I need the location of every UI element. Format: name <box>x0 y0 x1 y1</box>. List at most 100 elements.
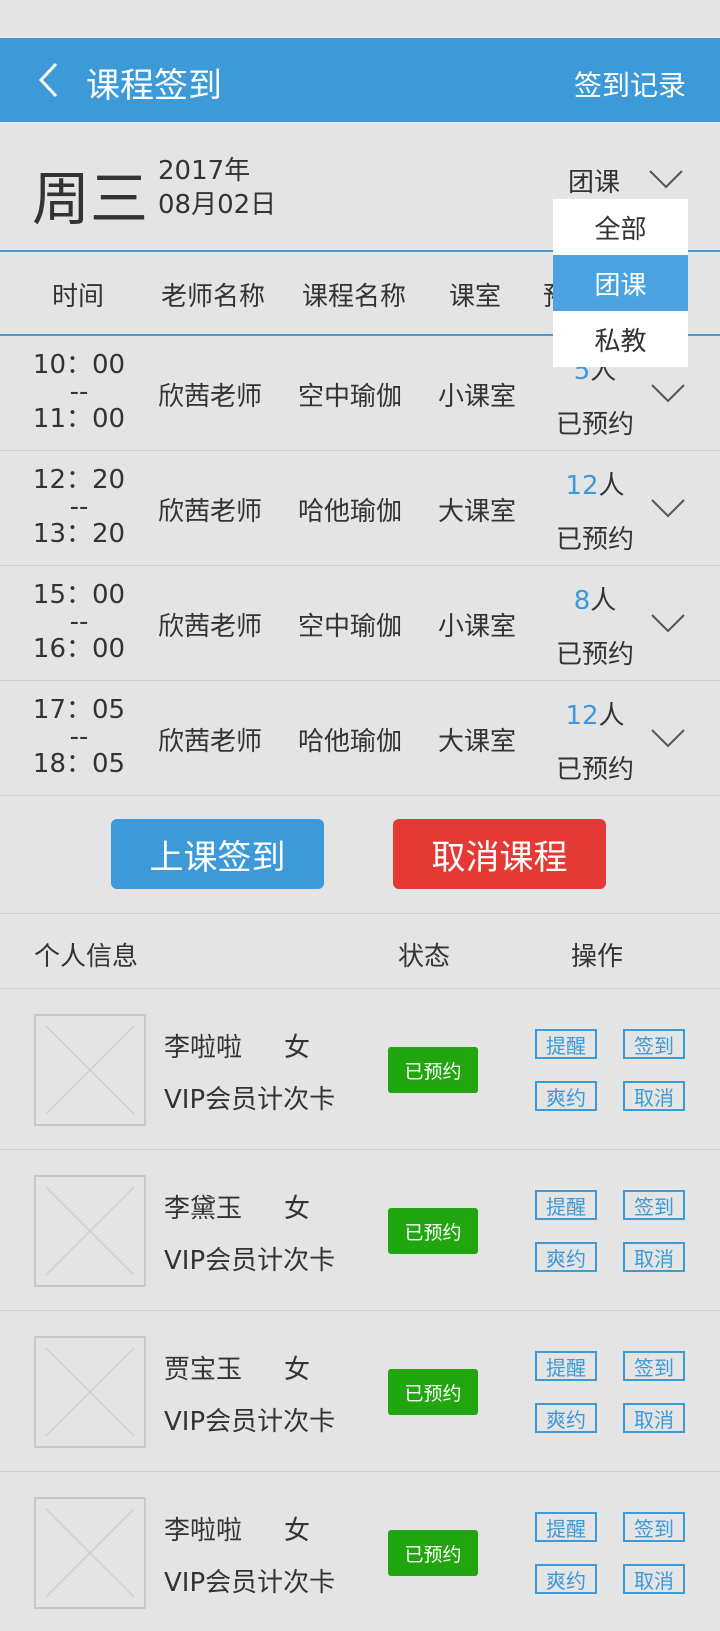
avatar <box>34 1497 146 1609</box>
course-room: 小课室 <box>438 612 517 642</box>
course-type-dropdown: 全部 团课 私教 <box>553 199 688 367</box>
sign-in-button[interactable]: 签到 <box>623 1190 685 1220</box>
no-show-button[interactable]: 爽约 <box>535 1564 597 1594</box>
course-time: 17：05 -- 18：05 <box>32 695 126 779</box>
status-badge: 已预约 <box>388 1369 478 1415</box>
booked-status: 已预约 <box>555 525 634 555</box>
dropdown-option-private[interactable]: 私教 <box>553 311 688 367</box>
dropdown-option-all[interactable]: 全部 <box>553 199 688 255</box>
course-row[interactable]: 12：20 -- 13：20 欣茜老师 哈他瑜伽 大课室 12人 已预约 <box>0 451 720 566</box>
date-label: 08月02日 <box>158 190 277 220</box>
back-button[interactable] <box>28 60 68 100</box>
member-card-type: VIP会员计次卡 <box>164 1085 336 1115</box>
dropdown-option-group[interactable]: 团课 <box>553 255 688 311</box>
member-name: 李黛玉 <box>164 1194 243 1224</box>
chevron-down-icon[interactable] <box>650 612 686 634</box>
course-name: 空中瑜伽 <box>298 382 403 412</box>
course-row[interactable]: 15：00 -- 16：00 欣茜老师 空中瑜伽 小课室 8人 已预约 <box>0 566 720 681</box>
member-row: 贾宝玉 女 VIP会员计次卡 已预约 提醒 签到 爽约 取消 <box>0 1311 720 1472</box>
class-checkin-button[interactable]: 上课签到 <box>111 819 324 889</box>
page-title: 课程签到 <box>86 66 222 106</box>
booked-count: 8人 <box>573 586 617 616</box>
course-time: 15：00 -- 16：00 <box>32 580 126 664</box>
booked-count: 12人 <box>565 471 625 501</box>
booked-status: 已预约 <box>555 640 634 670</box>
member-row: 李啦啦 女 VIP会员计次卡 已预约 提醒 签到 爽约 取消 <box>0 1472 720 1631</box>
avatar <box>34 1336 146 1448</box>
member-name: 贾宝玉 <box>164 1355 243 1385</box>
member-name: 李啦啦 <box>164 1516 243 1546</box>
member-gender: 女 <box>284 1516 311 1546</box>
no-show-button[interactable]: 爽约 <box>535 1081 597 1111</box>
booked-status: 已预约 <box>555 410 634 440</box>
remind-button[interactable]: 提醒 <box>535 1029 597 1059</box>
remind-button[interactable]: 提醒 <box>535 1512 597 1542</box>
chevron-down-icon[interactable] <box>650 497 686 519</box>
status-badge: 已预约 <box>388 1047 478 1093</box>
status-badge: 已预约 <box>388 1530 478 1576</box>
chevron-left-icon <box>38 62 58 98</box>
remind-button[interactable]: 提醒 <box>535 1351 597 1381</box>
course-type-filter[interactable]: 团课 <box>568 162 620 199</box>
status-badge: 已预约 <box>388 1208 478 1254</box>
member-gender: 女 <box>284 1033 311 1063</box>
course-name: 空中瑜伽 <box>298 612 403 642</box>
booked-status: 已预约 <box>555 755 634 785</box>
weekday-label: 周三 <box>32 165 149 233</box>
course-time: 10：00 -- 11：00 <box>32 350 126 434</box>
course-room: 小课室 <box>438 382 517 412</box>
chevron-down-icon[interactable] <box>648 168 684 190</box>
column-time: 时间 <box>52 282 105 312</box>
avatar <box>34 1175 146 1287</box>
member-table-header: 个人信息 状态 操作 <box>0 914 720 989</box>
cancel-booking-button[interactable]: 取消 <box>623 1564 685 1594</box>
course-teacher: 欣茜老师 <box>158 612 263 642</box>
sign-in-button[interactable]: 签到 <box>623 1512 685 1542</box>
cancel-course-button[interactable]: 取消课程 <box>393 819 606 889</box>
cancel-booking-button[interactable]: 取消 <box>623 1081 685 1111</box>
column-personal-info: 个人信息 <box>34 942 139 972</box>
column-course: 课程名称 <box>302 282 407 312</box>
remind-button[interactable]: 提醒 <box>535 1190 597 1220</box>
course-row[interactable]: 17：05 -- 18：05 欣茜老师 哈他瑜伽 大课室 12人 已预约 <box>0 681 720 796</box>
status-bar <box>0 0 720 38</box>
app-header: 课程签到 签到记录 <box>0 38 720 122</box>
sign-in-button[interactable]: 签到 <box>623 1351 685 1381</box>
member-name: 李啦啦 <box>164 1033 243 1063</box>
course-room: 大课室 <box>438 727 517 757</box>
member-gender: 女 <box>284 1355 311 1385</box>
course-teacher: 欣茜老师 <box>158 382 263 412</box>
image-placeholder-icon <box>45 1347 135 1437</box>
column-status: 状态 <box>398 942 451 972</box>
image-placeholder-icon <box>45 1025 135 1115</box>
checkin-records-link[interactable]: 签到记录 <box>574 64 686 104</box>
member-card-type: VIP会员计次卡 <box>164 1407 336 1437</box>
sign-in-button[interactable]: 签到 <box>623 1029 685 1059</box>
image-placeholder-icon <box>45 1186 135 1276</box>
chevron-down-icon[interactable] <box>650 727 686 749</box>
cancel-booking-button[interactable]: 取消 <box>623 1403 685 1433</box>
course-room: 大课室 <box>438 497 517 527</box>
chevron-down-icon[interactable] <box>650 382 686 404</box>
course-teacher: 欣茜老师 <box>158 727 263 757</box>
booked-count: 12人 <box>565 701 625 731</box>
course-name: 哈他瑜伽 <box>298 497 403 527</box>
course-actions: 上课签到 取消课程 <box>0 794 720 914</box>
member-row: 李黛玉 女 VIP会员计次卡 已预约 提醒 签到 爽约 取消 <box>0 1150 720 1311</box>
member-card-type: VIP会员计次卡 <box>164 1568 336 1598</box>
column-operations: 操作 <box>571 942 624 972</box>
no-show-button[interactable]: 爽约 <box>535 1403 597 1433</box>
column-teacher: 老师名称 <box>161 282 266 312</box>
member-card-type: VIP会员计次卡 <box>164 1246 336 1276</box>
image-placeholder-icon <box>45 1508 135 1598</box>
no-show-button[interactable]: 爽约 <box>535 1242 597 1272</box>
year-label: 2017年 <box>158 156 251 186</box>
member-row: 李啦啦 女 VIP会员计次卡 已预约 提醒 签到 爽约 取消 <box>0 989 720 1150</box>
avatar <box>34 1014 146 1126</box>
course-name: 哈他瑜伽 <box>298 727 403 757</box>
course-teacher: 欣茜老师 <box>158 497 263 527</box>
course-time: 12：20 -- 13：20 <box>32 465 126 549</box>
cancel-booking-button[interactable]: 取消 <box>623 1242 685 1272</box>
column-room: 课室 <box>449 282 502 312</box>
member-gender: 女 <box>284 1194 311 1224</box>
